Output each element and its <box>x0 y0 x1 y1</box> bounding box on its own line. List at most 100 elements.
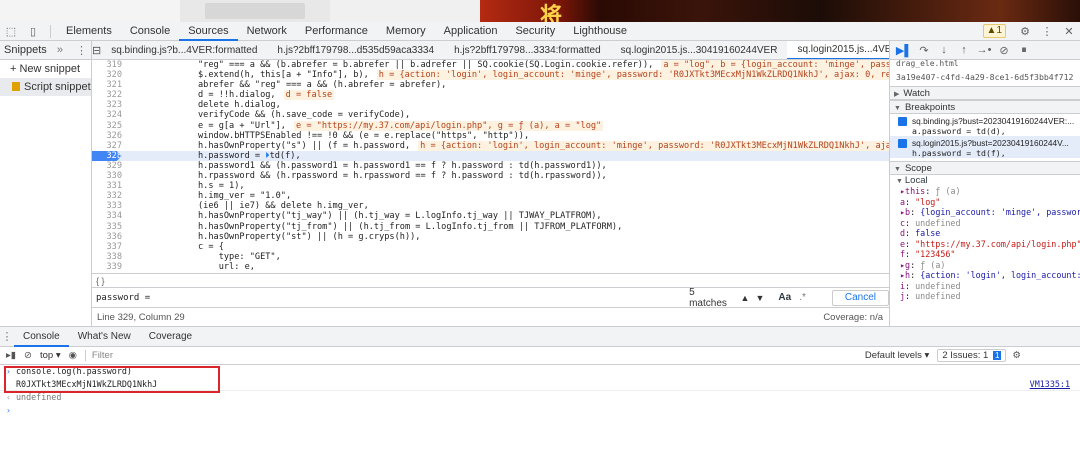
context-selector[interactable]: top ▾ <box>40 350 61 361</box>
line-number[interactable]: 327 <box>92 141 122 151</box>
scope-variable[interactable]: ▸b: {login_account: 'minge', password: <box>890 207 1080 218</box>
code-view[interactable]: 319 "reg" === a && (b.abrefer = b.abrefer… <box>92 60 889 273</box>
line-number[interactable]: 326 <box>92 131 122 141</box>
line-number[interactable]: 323 <box>92 100 122 110</box>
line-number[interactable]: 322 <box>92 90 122 100</box>
tab-memory[interactable]: Memory <box>377 22 435 41</box>
code-line[interactable]: 328 h.password = ⏵td(f), <box>92 150 889 161</box>
code-line[interactable]: 321 abrefer && "reg" === a && (h.abrefer … <box>92 80 889 90</box>
line-number[interactable]: 321 <box>92 80 122 90</box>
scope-variable[interactable]: ▸g: ƒ (a) <box>890 260 1080 271</box>
code-line[interactable]: 334 h.hasOwnProperty("tj_way") || (h.tj_w… <box>92 211 889 221</box>
scope-variable[interactable]: ▸h: {action: 'login', login_account: ' <box>890 270 1080 281</box>
step-into-icon[interactable]: ↓ <box>934 44 954 56</box>
breakpoint-item-active[interactable]: sq.login2015.js?bust=20230419160244V... h… <box>890 136 1080 158</box>
breakpoint-checkbox[interactable] <box>898 117 907 126</box>
code-line[interactable]: 325 e = g[a + "Url"], e = "https://my.37.c… <box>92 120 889 131</box>
tab-console-drawer[interactable]: Console <box>14 327 69 347</box>
line-number[interactable]: 336 <box>92 232 122 242</box>
drawer-menu-icon[interactable]: ⋮ <box>0 330 14 343</box>
code-line[interactable]: 322 d = !!h.dialog, d = false <box>92 90 889 101</box>
breakpoint-line-number[interactable]: 328 <box>92 150 122 161</box>
tab-application[interactable]: Application <box>435 22 507 41</box>
console-filter-input[interactable]: Filter <box>84 350 865 361</box>
file-tab[interactable]: h.js?2bff179798...d535d59aca3334 <box>267 41 444 59</box>
tab-coverage[interactable]: Coverage <box>140 327 201 347</box>
code-line[interactable]: 319 "reg" === a && (b.abrefer = b.abrefer… <box>92 60 889 70</box>
line-number[interactable]: 331 <box>92 181 122 191</box>
line-number[interactable]: 325 <box>92 121 122 131</box>
settings-gear-icon[interactable]: ⚙ <box>1014 25 1036 38</box>
code-line[interactable]: 335 h.hasOwnProperty("tj_from") || (h.tj_… <box>92 222 889 232</box>
file-tab-active[interactable]: sq.login2015.js...4VER:formatted✕ <box>787 41 889 59</box>
code-line[interactable]: 327 h.hasOwnProperty("s") || (f = h.passw… <box>92 140 889 151</box>
tab-elements[interactable]: Elements <box>57 22 121 41</box>
line-number[interactable]: 320 <box>92 70 122 80</box>
more-menu-icon[interactable]: ⋮ <box>1036 25 1058 38</box>
step-over-icon[interactable]: ↷ <box>914 44 934 57</box>
more-tabs-icon[interactable]: » <box>57 44 63 56</box>
breakpoints-header[interactable]: ▼ Breakpoints <box>890 100 1080 114</box>
callstack-item-id[interactable]: 3a19e407-c4fd-4a29-8ce1-6d5f3bb4f712 <box>890 68 1080 86</box>
scope-variable[interactable]: a: "log" <box>890 197 1080 208</box>
scope-variable[interactable]: f: "123456" <box>890 249 1080 260</box>
pretty-print-icon[interactable]: { } <box>96 276 105 286</box>
file-tab[interactable]: h.js?2bff179798...3334:formatted <box>444 41 611 59</box>
line-number[interactable]: 319 <box>92 60 122 70</box>
watch-header[interactable]: ▶ Watch <box>890 86 1080 100</box>
tab-snippets[interactable]: Snippets <box>4 44 47 56</box>
navigator-menu-icon[interactable]: ⋮ <box>76 44 87 57</box>
code-line[interactable]: 338 type: "GET", <box>92 252 889 262</box>
line-number[interactable]: 330 <box>92 171 122 181</box>
tab-security[interactable]: Security <box>506 22 564 41</box>
close-devtools-icon[interactable]: ✕ <box>1058 25 1080 38</box>
scope-variable[interactable]: i: undefined <box>890 281 1080 292</box>
next-match-icon[interactable]: ▼ <box>755 293 764 303</box>
console-settings-gear-icon[interactable]: ⚙ <box>1012 350 1021 361</box>
code-line[interactable]: 329 h.password1 && (h.password1 = h.passw… <box>92 161 889 171</box>
clear-console-icon[interactable]: ⊘ <box>24 350 32 361</box>
file-tab[interactable]: sq.binding.js?b...4VER:formatted <box>101 41 267 59</box>
line-number[interactable]: 334 <box>92 211 122 221</box>
code-line[interactable]: 331 h.s = 1), <box>92 181 889 191</box>
line-number[interactable]: 329 <box>92 161 122 171</box>
snippet-item[interactable]: Script snippet #1 <box>0 78 91 96</box>
deactivate-breakpoints-icon[interactable]: ⊘ <box>994 44 1014 57</box>
scope-variable[interactable]: d: false <box>890 228 1080 239</box>
scope-variable[interactable]: j: undefined <box>890 291 1080 302</box>
pause-on-exceptions-icon[interactable]: ⏸ <box>1014 44 1034 57</box>
inspect-icon[interactable]: ⬚ <box>0 25 22 38</box>
scope-variable[interactable]: ▸this: ƒ (a) <box>890 186 1080 197</box>
step-out-icon[interactable]: ↑ <box>954 44 974 56</box>
scope-header[interactable]: ▼ Scope <box>890 161 1080 175</box>
code-line[interactable]: 332 h.img_ver = "1.0", <box>92 191 889 201</box>
line-number[interactable]: 339 <box>92 262 122 272</box>
line-number[interactable]: 335 <box>92 222 122 232</box>
file-tab[interactable]: sq.login2015.js...30419160244VER <box>611 41 788 59</box>
code-line[interactable]: 320 $.extend(h, this[a + "Info"], b), h = … <box>92 70 889 81</box>
tab-performance[interactable]: Performance <box>296 22 377 41</box>
step-icon[interactable]: →• <box>974 44 994 56</box>
line-number[interactable]: 332 <box>92 191 122 201</box>
warnings-badge[interactable]: ▲1 <box>982 24 1006 38</box>
breakpoint-checkbox[interactable] <box>898 139 907 148</box>
match-case-button[interactable]: Aa <box>778 292 791 303</box>
line-number[interactable]: 333 <box>92 201 122 211</box>
code-line[interactable]: 326 window.bHTTPSEnabled !== !0 && (e = e… <box>92 131 889 141</box>
line-number[interactable]: 337 <box>92 242 122 252</box>
tab-sources[interactable]: Sources <box>179 22 238 41</box>
tab-console[interactable]: Console <box>121 22 179 41</box>
new-snippet-button[interactable]: + New snippet <box>0 60 91 78</box>
line-number[interactable]: 324 <box>92 110 122 120</box>
scope-variable[interactable]: c: undefined <box>890 218 1080 229</box>
device-toggle-icon[interactable]: ▯ <box>22 25 44 38</box>
code-line[interactable]: 333 (ie6 || ie7) && delete h.img_ver, <box>92 201 889 211</box>
code-line[interactable]: 336 h.hasOwnProperty("st") || (h = g.cryp… <box>92 232 889 242</box>
tab-lighthouse[interactable]: Lighthouse <box>564 22 636 41</box>
toggle-navigator-icon[interactable]: ⊟ <box>92 44 101 57</box>
code-line[interactable]: 337 c = { <box>92 242 889 252</box>
regex-button[interactable]: .* <box>799 292 806 303</box>
code-line[interactable]: 339 url: e, <box>92 262 889 272</box>
resume-icon[interactable]: ▶▌ <box>894 44 914 57</box>
cancel-search-button[interactable]: Cancel <box>831 289 889 306</box>
